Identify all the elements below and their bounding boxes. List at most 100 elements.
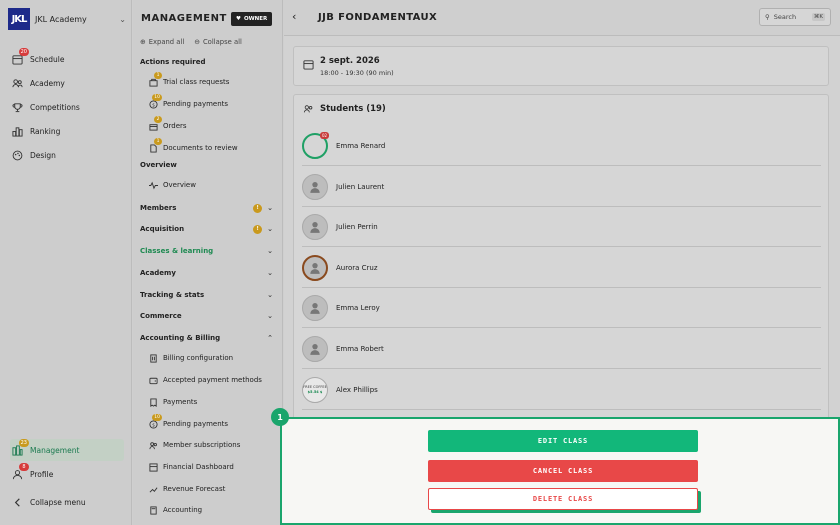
student-row[interactable]: 02 Emma Renard [302, 126, 821, 166]
management-icon: 23 [10, 439, 29, 457]
chevron-down-icon: ⌄ [267, 247, 273, 255]
ranking-icon [10, 124, 24, 138]
billing-label: Payments [163, 398, 198, 406]
nav-item-label: Schedule [30, 54, 65, 64]
accounting[interactable]: Accounting [147, 502, 277, 518]
expand-all-button[interactable]: ⊕ Expand all [140, 38, 184, 46]
group-accounting-billing[interactable]: Accounting & Billing ⌃ [140, 331, 273, 345]
chevron-down-icon: ⌄ [119, 14, 126, 24]
nav-item-label: Competitions [30, 102, 80, 112]
student-row[interactable]: FREE COFFEE $5.54 $ Alex Phillips [302, 370, 821, 410]
group-tracking-stats[interactable]: Tracking & stats ⌄ [140, 288, 273, 302]
students-card: Students (19) 02 Emma Renard Julien Laur… [293, 94, 829, 424]
users-icon [303, 105, 313, 113]
student-row[interactable]: Julien Perrin [302, 207, 821, 247]
svg-text:$: $ [152, 422, 155, 428]
calculator-icon [147, 504, 159, 516]
cancel-class-button[interactable]: CANCEL CLASS [428, 460, 698, 482]
group-acquisition[interactable]: Acquisition ! ⌄ [140, 222, 273, 236]
group-label: Academy [140, 269, 176, 277]
action-trial-requests[interactable]: 1 Trial class requests [147, 72, 277, 90]
nav-item-competitions[interactable]: Competitions [10, 96, 124, 118]
financial-dashboard[interactable]: Financial Dashboard [147, 459, 277, 475]
step-marker: 1 [271, 408, 289, 426]
action-documents[interactable]: 1 Documents to review [147, 138, 277, 156]
group-members[interactable]: Members ! ⌄ [140, 201, 273, 215]
expand-icon: ⊕ [140, 38, 146, 46]
class-date: 2 sept. 2026 [320, 56, 380, 66]
group-label: Members [140, 204, 177, 212]
billing-configuration[interactable]: Billing configuration [147, 350, 277, 366]
academy-switcher[interactable]: JKL JKL Academy ⌄ [8, 8, 126, 30]
billing-label: Accepted payment methods [163, 376, 262, 384]
back-arrow-icon[interactable]: ‹ [292, 10, 296, 23]
nav-item-academy[interactable]: Academy [10, 72, 124, 94]
person-icon [310, 181, 320, 193]
nav-item-management[interactable]: 23 Management [10, 439, 124, 461]
heart-icon: ♥ [236, 16, 241, 22]
accepted-payment-methods[interactable]: Accepted payment methods [147, 372, 277, 388]
panel-title: MANAGEMENT [141, 13, 227, 24]
avatar [302, 173, 328, 200]
student-row[interactable]: Aurora Cruz [302, 248, 821, 288]
collapse-menu-button[interactable]: Collapse menu [10, 491, 124, 513]
overview-item[interactable]: Overview [147, 177, 277, 193]
trend-up-icon [147, 483, 159, 495]
student-name: Emma Robert [336, 344, 384, 353]
action-pending-payments[interactable]: $ 10 Pending payments [147, 94, 277, 112]
action-orders[interactable]: 2 Orders [147, 116, 277, 134]
nav-item-profile[interactable]: 8 Profile [10, 463, 124, 485]
chevron-down-icon: ⌄ [267, 312, 273, 320]
edit-class-button[interactable]: EDIT CLASS [428, 430, 698, 452]
chevron-up-icon: ⌃ [267, 334, 273, 342]
dashboard-icon [147, 461, 159, 473]
students-title: Students (19) [320, 104, 386, 114]
group-label: Classes & learning [140, 247, 214, 255]
calendar-icon [303, 60, 314, 70]
class-actions-sheet: EDIT CLASS CANCEL CLASS DELETE CLASS [280, 417, 840, 525]
receipt-icon [147, 396, 159, 408]
billing-pending-payments[interactable]: $ 10 Pending payments [147, 414, 277, 432]
student-name: Alex Phillips [336, 385, 378, 394]
collapse-all-button[interactable]: ⊖ Collapse all [194, 38, 242, 46]
action-badge: 1 [154, 72, 162, 79]
person-icon [310, 302, 320, 314]
coin-icon: $ 10 [147, 94, 162, 110]
billing-label: Member subscriptions [163, 441, 241, 449]
student-row[interactable]: Julien Laurent [302, 167, 821, 207]
group-classes-learning[interactable]: Classes & learning ⌄ [140, 244, 273, 258]
action-label: Documents to review [163, 144, 238, 152]
chevron-left-icon [10, 495, 24, 509]
avatar [302, 294, 328, 321]
search-button[interactable]: ⚲ Search ⌘K [759, 8, 831, 26]
nav-item-design[interactable]: Design [10, 144, 124, 166]
nav-item-label: Management [30, 445, 80, 455]
nav-item-schedule[interactable]: 20 Schedule [10, 48, 124, 70]
student-name: Emma Leroy [336, 303, 380, 312]
revenue-forecast[interactable]: Revenue Forecast [147, 481, 277, 497]
person-icon [310, 262, 320, 274]
search-shortcut: ⌘K [811, 13, 825, 21]
owner-label: OWNER [243, 16, 268, 22]
student-row[interactable]: Emma Leroy [302, 288, 821, 328]
member-subscriptions[interactable]: Member subscriptions [147, 437, 277, 453]
management-badge: 23 [18, 439, 29, 447]
nav-item-ranking[interactable]: Ranking [10, 120, 124, 142]
group-academy[interactable]: Academy ⌄ [140, 266, 273, 280]
overview-label: Overview [163, 181, 196, 189]
avatar-image-text: FREE COFFEE $5.54 $ [303, 385, 327, 394]
document-icon: 1 [147, 138, 162, 154]
action-badge: 2 [154, 116, 162, 123]
billing-label: Billing configuration [163, 354, 234, 362]
group-commerce[interactable]: Commerce ⌄ [140, 309, 273, 323]
actions-required-label: Actions required [140, 58, 206, 66]
group-label: Commerce [140, 312, 182, 320]
svg-text:$: $ [152, 102, 155, 108]
left-nav: JKL JKL Academy ⌄ 20 Schedule Academy Co… [0, 0, 132, 525]
payments[interactable]: Payments [147, 394, 277, 410]
alert-dot: ! [253, 203, 263, 213]
delete-class-button[interactable]: DELETE CLASS [428, 488, 698, 510]
expand-all-label: Expand all [148, 38, 185, 46]
nav-item-label: Design [30, 150, 56, 160]
student-row[interactable]: Emma Robert [302, 329, 821, 369]
